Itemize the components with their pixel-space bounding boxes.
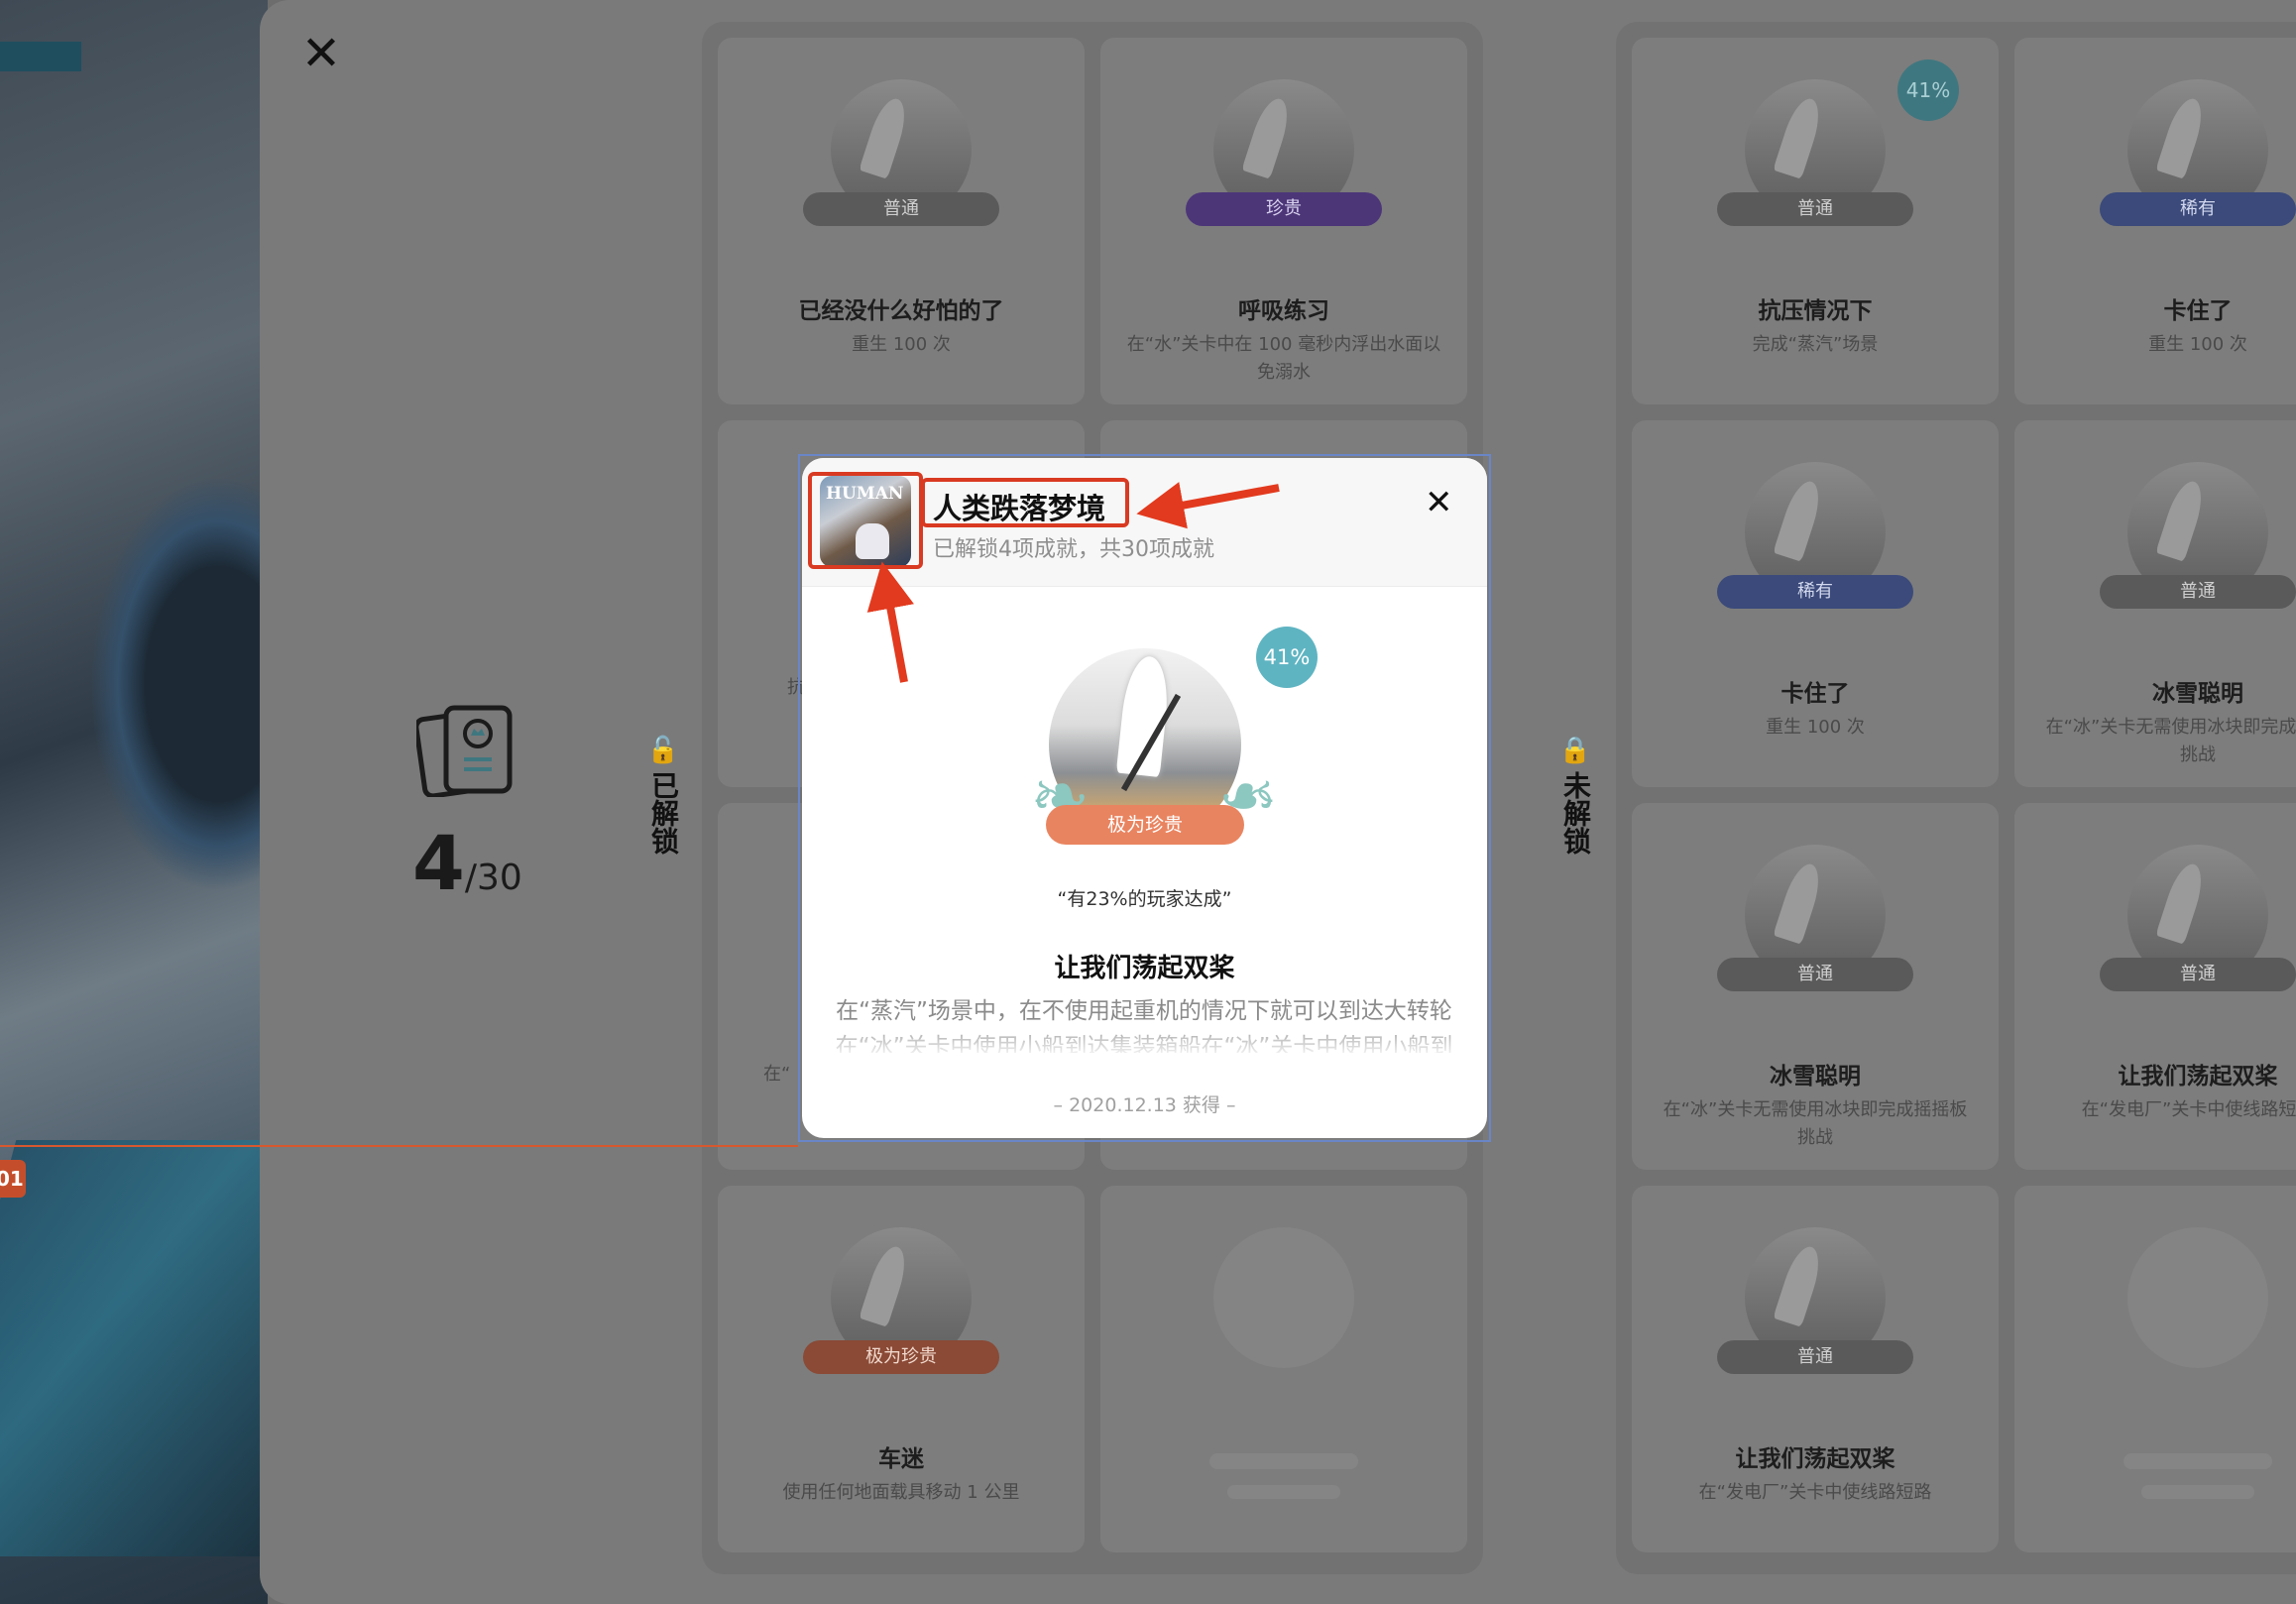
- achievement-card[interactable]: 极为珍贵 车迷 使用任何地面载具移动 1 公里: [718, 1186, 1085, 1552]
- rarity-badge: 珍贵: [1186, 192, 1382, 226]
- rarity-badge: 普通: [2100, 575, 2296, 609]
- achievement-desc: 在“冰”关卡无需使用冰块即完成摇摇板挑战: [1663, 1099, 1968, 1148]
- achievement-title: 抗压情况下: [1758, 298, 1873, 324]
- achievement-title: 让我们荡起双桨: [1054, 954, 1235, 983]
- achievement-desc: 完成“蒸汽”场景: [1752, 334, 1879, 355]
- background-shape: [89, 476, 268, 892]
- rarity-badge: 普通: [1717, 1340, 1913, 1374]
- unlocked-label-text: 已解锁: [647, 771, 680, 855]
- placeholder-line: [1227, 1485, 1340, 1499]
- achievement-title: 卡住了: [1780, 681, 1850, 707]
- close-dialog-button[interactable]: ✕: [1425, 486, 1453, 519]
- achievement-card[interactable]: 珍贵 呼吸练习 在“水”关卡中在 100 毫秒内浮出水面以免溺水: [1100, 38, 1467, 404]
- achievement-desc: 在“冰”关卡无需使用冰块即完成摇摇板挑战: [2045, 717, 2296, 765]
- player-rate-quote: “有23%的玩家达成”: [1057, 888, 1232, 910]
- achievement-card[interactable]: 稀有 卡住了 重生 100 次: [1632, 420, 1999, 787]
- achievement-desc: 重生 100 次: [2148, 334, 2247, 355]
- placeholder-line: [2124, 1453, 2272, 1469]
- achievement-card[interactable]: 普通 让我们荡起双桨 在“发电厂”关卡中使线路短路: [1632, 1186, 1999, 1552]
- achievement-title: 冰雪聪明: [2152, 681, 2243, 707]
- rarity-badge: 稀有: [2100, 192, 2296, 226]
- rarity-badge: 普通: [1717, 958, 1913, 991]
- achievement-desc: 重生 100 次: [1766, 717, 1865, 738]
- achievement-title: 已经没什么好怕的了: [798, 298, 1004, 324]
- rarity-badge: 极为珍贵: [1046, 805, 1244, 845]
- achievement-card[interactable]: 稀有 卡住了 重生 100 次: [2014, 38, 2296, 404]
- progress-percent-badge: 41%: [1897, 59, 1959, 121]
- unlock-date: – 2020.12.13 获得 –: [1053, 1094, 1236, 1116]
- total-count: /30: [464, 858, 522, 898]
- achievement-title: 车迷: [878, 1446, 924, 1472]
- locked-section-label: 🔒 未解锁: [1558, 734, 1592, 862]
- rarity-badge: 极为珍贵: [803, 1340, 999, 1374]
- progress-percent-badge: 41%: [1256, 627, 1318, 688]
- achievement-card-placeholder: [2014, 1186, 2296, 1552]
- rarity-badge: 普通: [2100, 958, 2296, 991]
- achievement-title: 让我们荡起双桨: [1735, 1446, 1895, 1472]
- locked-label-text: 未解锁: [1559, 771, 1592, 855]
- game-progress: 已解锁4项成就，共30项成就: [933, 537, 1214, 562]
- unlocked-count: 4: [412, 819, 465, 907]
- placeholder-line: [1209, 1453, 1358, 1469]
- achievement-title: 呼吸练习: [1238, 298, 1329, 324]
- unlock-icon: 🔓: [646, 736, 680, 765]
- achievement-title: 让我们荡起双桨: [2118, 1064, 2278, 1089]
- unlocked-section-label: 🔓 已解锁: [646, 734, 680, 862]
- achievement-card[interactable]: 普通 已经没什么好怕的了 重生 100 次: [718, 38, 1085, 404]
- achievement-count: 4/30: [412, 819, 522, 907]
- achievement-desc: 使用任何地面载具移动 1 公里: [782, 1482, 1020, 1503]
- achievement-desc: 重生 100 次: [852, 334, 951, 355]
- placeholder-thumbnail: [2127, 1227, 2268, 1368]
- achievement-desc: 在“水”关卡中在 100 毫秒内浮出水面以免溺水: [1126, 334, 1441, 383]
- lock-icon: 🔒: [1558, 736, 1592, 765]
- achievement-desc: 在“发电厂”关卡中使线路短路: [2081, 1099, 2296, 1120]
- close-panel-button[interactable]: ✕: [297, 30, 345, 77]
- annotation-line: [0, 1145, 798, 1147]
- achievement-card-placeholder: [1100, 1186, 1467, 1552]
- side-tag: 01: [0, 1160, 26, 1198]
- background-shape: [0, 1140, 268, 1556]
- achievement-desc: 在“发电厂”关卡中使线路短路: [1698, 1482, 1932, 1503]
- annotation-box-title: [921, 478, 1129, 527]
- achievement-cards-icon: [416, 705, 513, 797]
- achievement-title: 卡住了: [2163, 298, 2233, 324]
- achievement-card[interactable]: 普通 抗压情况下 完成“蒸汽”场景 41%: [1632, 38, 1999, 404]
- rarity-badge: 稀有: [1717, 575, 1913, 609]
- achievement-card[interactable]: 普通 冰雪聪明 在“冰”关卡无需使用冰块即完成摇摇板挑战: [1632, 803, 1999, 1170]
- background-bar: [0, 42, 81, 71]
- achievement-title: 冰雪聪明: [1770, 1064, 1861, 1089]
- achievement-card[interactable]: 普通 让我们荡起双桨 在“发电厂”关卡中使线路短路: [2014, 803, 2296, 1170]
- description-fade: [802, 1023, 1487, 1059]
- background-artwork: 01: [0, 0, 268, 1604]
- rarity-badge: 普通: [1717, 192, 1913, 226]
- rarity-badge: 普通: [803, 192, 999, 226]
- annotation-box-icon: [808, 472, 923, 569]
- achievement-card[interactable]: 普通 冰雪聪明 在“冰”关卡无需使用冰块即完成摇摇板挑战: [2014, 420, 2296, 787]
- placeholder-thumbnail: [1213, 1227, 1354, 1368]
- placeholder-line: [2141, 1485, 2254, 1499]
